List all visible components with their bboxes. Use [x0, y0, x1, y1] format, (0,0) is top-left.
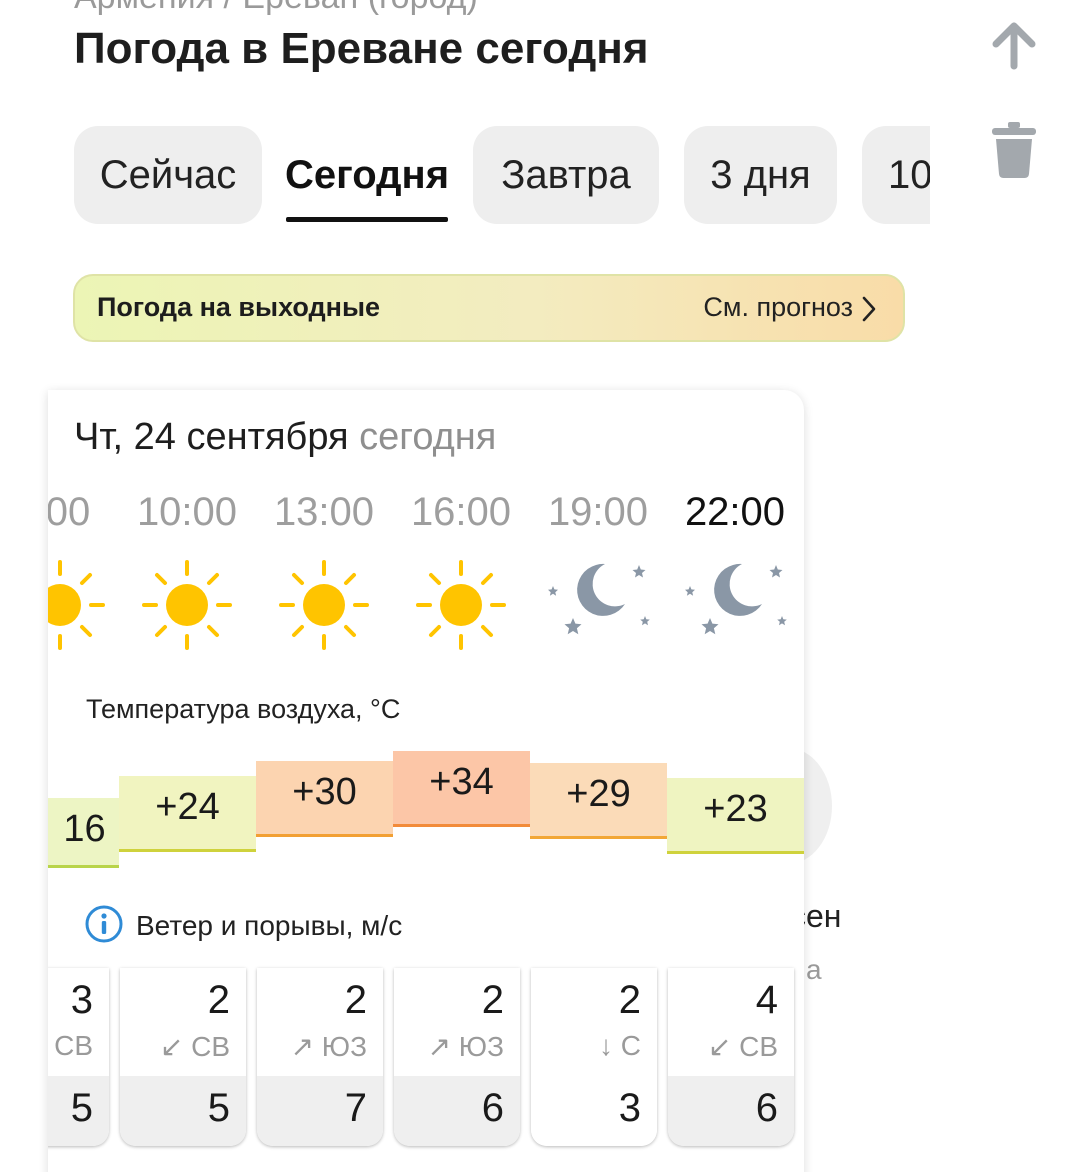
sun-icon [269, 550, 379, 660]
tab-now[interactable]: Сейчас [74, 126, 262, 224]
forecast-card: Чт, 24 сентября сегодня 00 10:00 13:00 1… [48, 390, 804, 1172]
temperature-value: +24 [155, 786, 220, 828]
wind-label: Ветер и порывы, м/с [136, 910, 403, 941]
wind-speed: 3 [70, 978, 93, 1022]
hour-label: 13:00 [273, 490, 375, 534]
wind-card: 2 ↙ СВ 5 [120, 968, 246, 1146]
hour-label: 16:00 [410, 490, 512, 534]
hour-label: 19:00 [547, 490, 649, 534]
wind-gust: 5 [70, 1086, 93, 1130]
scroll-up-button[interactable] [986, 16, 1042, 72]
wind-gust: 7 [344, 1086, 367, 1130]
temperature-bar: +24 [119, 776, 256, 852]
wind-direction: ↙ СВ [707, 1031, 778, 1062]
wind-gust: 6 [481, 1086, 504, 1130]
period-tabs: Сейчас Сегодня Завтра 3 дня 10 [74, 126, 930, 226]
wind-speed: 2 [344, 978, 367, 1022]
weekend-forecast-banner[interactable]: Погода на выходные См. прогноз [73, 274, 905, 342]
info-icon[interactable] [84, 904, 124, 944]
wind-gust: 5 [207, 1086, 230, 1130]
tab-label: 10 [888, 152, 930, 197]
active-tab-underline [286, 217, 448, 222]
hour-label: 22:00 [684, 490, 786, 534]
wind-direction: ↓ С [599, 1030, 641, 1061]
wind-card: 4 ↙ СВ 6 [668, 968, 794, 1146]
chevron-right-icon [862, 296, 876, 322]
tab-label: 3 дня [710, 152, 811, 197]
moon-stars-icon [680, 550, 790, 660]
sun-icon [48, 550, 115, 660]
wind-direction: ↗ ЮЗ [290, 1031, 367, 1062]
wind-card: 2 ↗ ЮЗ 6 [394, 968, 520, 1146]
background-subtext: а [806, 954, 822, 985]
temperature-bar: +23 [667, 778, 804, 854]
hour-label: 00 [48, 490, 91, 534]
moon-stars-icon [543, 550, 653, 660]
hour-label: 10:00 [136, 490, 238, 534]
wind-speed: 4 [755, 978, 778, 1022]
wind-direction: ↗ ЮЗ [427, 1031, 504, 1062]
sun-icon [406, 550, 516, 660]
wind-speed: 2 [481, 978, 504, 1022]
date-text: Чт, 24 сентября [74, 416, 349, 458]
banner-title: Погода на выходные [97, 292, 381, 322]
page-title: Погода в Ереване сегодня [74, 24, 649, 73]
temperature-value: +30 [292, 771, 357, 813]
tab-today[interactable]: Сегодня [284, 126, 450, 224]
tab-label: Завтра [501, 152, 631, 197]
tab-3-days[interactable]: 3 дня [684, 126, 837, 224]
arrow-up-icon [992, 22, 1036, 70]
wind-card: 2 ↗ ЮЗ 7 [257, 968, 383, 1146]
tab-10-days[interactable]: 10 [862, 126, 930, 224]
wind-gust: 3 [618, 1086, 641, 1130]
wind-speed: 2 [618, 978, 641, 1022]
breadcrumb[interactable]: Армения / Ереван (город) [74, 0, 478, 17]
wind-card: 2 ↓ С 3 [531, 968, 657, 1146]
temperature-value: 16 [63, 808, 106, 850]
relative-day: сегодня [359, 416, 497, 458]
banner-link[interactable]: См. прогноз [703, 292, 853, 323]
tab-tomorrow[interactable]: Завтра [473, 126, 659, 224]
wind-direction: СВ [54, 1030, 93, 1061]
temperature-value: +34 [429, 761, 494, 803]
trash-icon [992, 122, 1036, 178]
card-date: Чт, 24 сентября сегодня [74, 416, 496, 459]
tab-label: Сейчас [99, 152, 237, 197]
wind-speed: 2 [207, 978, 230, 1022]
wind-gust: 6 [755, 1086, 778, 1130]
tab-label: Сегодня [284, 152, 450, 197]
temperature-label: Температура воздуха, °C [86, 694, 401, 724]
delete-button[interactable] [986, 120, 1042, 178]
wind-direction: ↙ СВ [159, 1031, 230, 1062]
temperature-value: +29 [566, 773, 631, 815]
temperature-bar: +34 [393, 751, 530, 827]
temperature-bar: 16 [48, 798, 119, 868]
temperature-value: +23 [703, 788, 768, 830]
sun-icon [132, 550, 242, 660]
temperature-bar: +30 [256, 761, 393, 837]
wind-card: 3 СВ 5 [48, 968, 109, 1146]
temperature-bar: +29 [530, 763, 667, 839]
